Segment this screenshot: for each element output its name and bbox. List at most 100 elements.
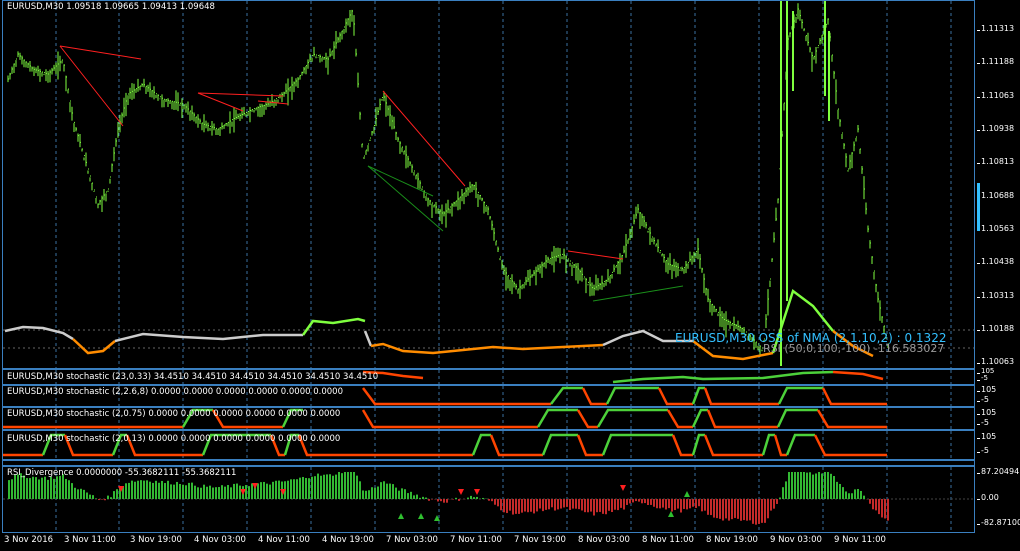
rsi-bar — [137, 480, 139, 499]
rsi-bar — [707, 499, 709, 515]
oscillator-line — [72, 338, 116, 355]
rsi-bar — [8, 480, 10, 499]
rsi-bar — [509, 499, 511, 511]
rsi-bar — [530, 499, 532, 512]
rsi-bar — [143, 480, 145, 499]
rsi-bar — [728, 499, 730, 521]
stochastic-line — [362, 387, 551, 406]
rsi-bar — [536, 499, 538, 512]
price-axis-scroll-marker[interactable] — [977, 183, 980, 231]
rsi-bar — [836, 481, 838, 499]
stochastic-3-label: EURUSD,M30 stochastic (2,0.75) 0.0000 0.… — [7, 409, 341, 419]
rsi-bar — [128, 482, 130, 499]
time-tick: 7 Nov 03:00 — [386, 535, 438, 545]
rsi-bar — [269, 484, 271, 499]
stochastic-line — [761, 433, 775, 456]
rsi-bar — [818, 472, 820, 499]
rsi-bar — [59, 475, 61, 499]
rsi-bar — [803, 472, 805, 499]
stochastic-pane-4[interactable]: EURUSD,M30 stochastic (2,0.13) 0.0000 0.… — [2, 430, 975, 460]
stochastic-4-axis: 105 -5 — [976, 430, 1020, 460]
divergence-arrow-down — [620, 485, 626, 491]
time-tick: 3 Nov 11:00 — [64, 535, 116, 545]
rsi-bar — [677, 499, 679, 509]
rsi-bar — [155, 480, 157, 499]
divergence-arrow-down — [458, 489, 464, 495]
stochastic-line — [596, 408, 668, 428]
rsi-bar — [716, 499, 718, 519]
rsi-bar — [518, 499, 520, 514]
rsi-bar — [650, 499, 652, 505]
rsi-bar — [770, 499, 772, 511]
rsi-divergence-pane[interactable]: RSI_Divergence 0.0000000 -55.3682111 -55… — [2, 466, 975, 533]
rsi-bar — [554, 499, 556, 511]
stochastic-pane-3[interactable]: EURUSD,M30 stochastic (2,0.75) 0.0000 0.… — [2, 407, 975, 430]
rsi-bar — [584, 499, 586, 513]
rsi-bar — [53, 478, 55, 499]
rsi-bar — [260, 482, 262, 499]
rsi-bar — [812, 474, 814, 499]
rsi-bar — [722, 499, 724, 521]
stochastic-pane-2[interactable]: EURUSD,M30 stochastic (2,2.6,8) 0.0000 0… — [2, 385, 975, 407]
rsi-bar — [692, 499, 694, 507]
rsi-bar — [278, 480, 280, 499]
time-axis[interactable]: 3 Nov 2016 3 Nov 11:00 3 Nov 19:00 4 Nov… — [0, 533, 975, 551]
rsi-bar — [797, 472, 799, 499]
rsi-bar — [17, 474, 19, 499]
rsi-bar — [800, 472, 802, 499]
rsi-bar — [566, 499, 568, 507]
price-axis[interactable]: 1.11313 1.11188 1.11063 1.10938 1.10813 … — [976, 0, 1020, 369]
rsi-bar — [749, 499, 751, 521]
rsi-bar — [443, 499, 445, 503]
rsi-bar — [308, 478, 310, 499]
price-tick: 1.10438 — [976, 257, 1015, 266]
trend-line — [59, 45, 124, 127]
price-tick: 1.10188 — [976, 324, 1015, 333]
rsi-bar — [11, 479, 13, 499]
rsi-bar — [272, 481, 274, 499]
rsi-bar — [608, 499, 610, 511]
rsi-bar — [23, 475, 25, 499]
stochastic-line — [703, 434, 763, 457]
rsi-bar — [470, 495, 472, 499]
rsi-bar — [293, 479, 295, 499]
oscillator-line — [114, 332, 303, 343]
rsi-bar — [839, 483, 841, 499]
rsi-bar — [782, 487, 784, 499]
rsi-bar — [500, 499, 502, 511]
rsi-bar — [698, 499, 700, 507]
price-tick: 1.10563 — [976, 224, 1015, 233]
rsi-bar — [125, 483, 127, 499]
rsi-bar — [359, 481, 361, 499]
rsi-bar — [527, 499, 529, 513]
rsi-bar — [407, 493, 409, 499]
stochastic-line — [777, 386, 823, 405]
rsi-bar — [326, 474, 328, 499]
rsi-bar — [101, 499, 103, 500]
main-chart-pane[interactable]: EURUSD,M30 1.09518 1.09665 1.09413 1.096… — [2, 0, 975, 369]
oscillator-line — [363, 330, 373, 347]
rsi-bar — [149, 481, 151, 499]
rsi-bar — [725, 499, 727, 519]
trend-line-green — [592, 285, 684, 302]
rsi-bar — [230, 487, 232, 499]
rsi-bar — [158, 482, 160, 499]
rsi-bar — [788, 472, 790, 499]
rsi-bar — [182, 484, 184, 499]
rsi-bar — [446, 499, 448, 503]
stochastic-pane-1[interactable]: EURUSD,M30 stochastic (23,0.33) 34.4510 … — [2, 369, 975, 385]
rsi-bar — [494, 499, 496, 505]
rsi-bar — [65, 478, 67, 499]
rsi-bar — [353, 472, 355, 499]
rsi-bar — [887, 499, 889, 521]
rsi-bar — [134, 481, 136, 499]
rsi-bar — [569, 499, 571, 510]
price-tick: 1.10813 — [976, 157, 1015, 166]
rsi-bar — [458, 499, 460, 501]
rsi-bar — [389, 483, 391, 499]
rsi-bar — [476, 496, 478, 499]
rsi-bar — [194, 485, 196, 499]
rsi-bar — [395, 487, 397, 499]
rsi-bar — [659, 499, 661, 509]
rsi-bar — [521, 499, 523, 513]
